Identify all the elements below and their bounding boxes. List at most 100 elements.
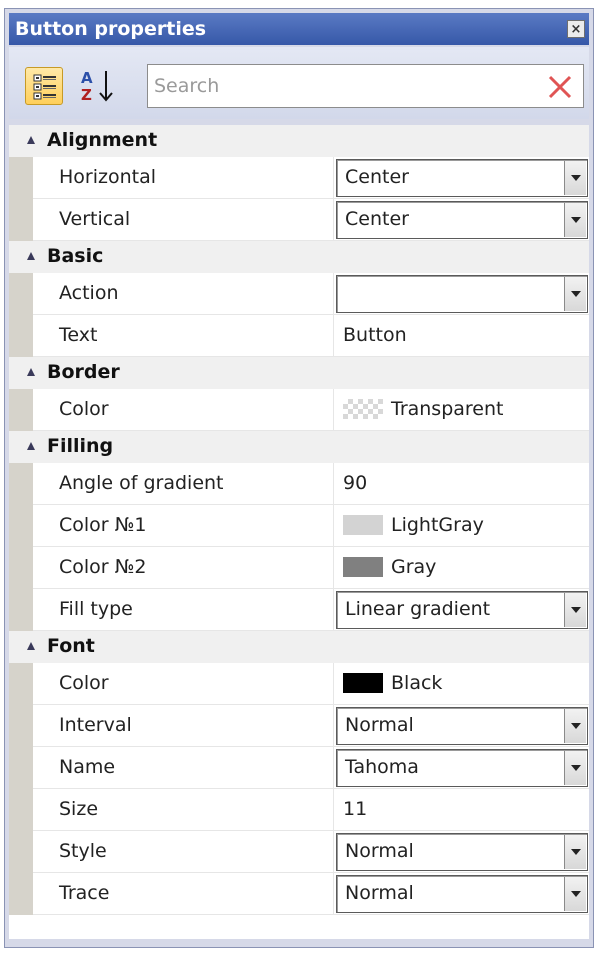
svg-text:Z: Z xyxy=(81,86,92,104)
alphabetical-sort-button[interactable]: A Z xyxy=(79,67,119,105)
property-label: Color xyxy=(59,672,109,694)
column-separator xyxy=(333,789,334,831)
interval-dropdown[interactable]: Normal xyxy=(336,707,588,745)
property-row-color-1[interactable]: Color №1 LightGray xyxy=(9,505,589,547)
chevron-down-icon[interactable] xyxy=(564,709,586,743)
row-margin xyxy=(9,831,33,873)
search-box[interactable] xyxy=(147,64,584,108)
category-alignment[interactable]: Alignment xyxy=(9,125,589,157)
horizontal-dropdown[interactable]: Center xyxy=(336,159,588,197)
collapse-triangle-icon[interactable] xyxy=(27,368,35,376)
column-separator xyxy=(333,831,334,873)
column-separator xyxy=(333,547,334,589)
category-filling[interactable]: Filling xyxy=(9,431,589,463)
style-dropdown[interactable]: Normal xyxy=(336,833,588,871)
panel-title: Button properties xyxy=(15,18,207,40)
property-row-name[interactable]: Name Tahoma xyxy=(9,747,589,789)
categorized-view-button[interactable] xyxy=(25,67,63,105)
dropdown-value: Normal xyxy=(345,882,414,904)
chevron-down-icon[interactable] xyxy=(564,835,586,869)
collapse-triangle-icon[interactable] xyxy=(27,442,35,450)
column-separator xyxy=(333,315,334,357)
vertical-dropdown[interactable]: Center xyxy=(336,201,588,239)
search-input[interactable] xyxy=(154,73,534,99)
category-basic[interactable]: Basic xyxy=(9,241,589,273)
row-margin xyxy=(9,463,33,505)
row-margin xyxy=(9,505,33,547)
property-row-color[interactable]: Color Black xyxy=(9,663,589,705)
collapse-triangle-icon[interactable] xyxy=(27,252,35,260)
property-label: Style xyxy=(59,840,107,862)
name-dropdown[interactable]: Tahoma xyxy=(336,749,588,787)
property-label: Horizontal xyxy=(59,166,157,188)
color-swatch xyxy=(343,673,383,693)
chevron-down-icon[interactable] xyxy=(564,203,586,237)
color-1-value[interactable]: LightGray xyxy=(343,514,484,536)
property-label: Interval xyxy=(59,714,132,736)
title-bar[interactable]: Button properties × xyxy=(9,13,589,45)
clear-search-icon[interactable] xyxy=(547,74,573,100)
category-border[interactable]: Border xyxy=(9,357,589,389)
property-label: Angle of gradient xyxy=(59,472,224,494)
property-row-color-2[interactable]: Color №2 Gray xyxy=(9,547,589,589)
column-separator xyxy=(333,873,334,915)
chevron-down-icon[interactable] xyxy=(564,593,586,627)
action-dropdown[interactable] xyxy=(336,275,588,313)
dropdown-value: Linear gradient xyxy=(345,598,491,620)
column-separator xyxy=(333,505,334,547)
toolbar: A Z xyxy=(9,47,589,119)
property-label: Size xyxy=(59,798,99,820)
row-margin xyxy=(9,315,33,357)
property-row-color[interactable]: Color Transparent xyxy=(9,389,589,431)
row-margin xyxy=(9,747,33,789)
column-separator xyxy=(333,199,334,241)
color-swatch xyxy=(343,515,383,535)
property-label: Color №2 xyxy=(59,556,147,578)
property-row-style[interactable]: Style Normal xyxy=(9,831,589,873)
property-row-angle-of-gradient[interactable]: Angle of gradient 90 xyxy=(9,463,589,505)
dropdown-value: Center xyxy=(345,208,409,230)
property-label: Text xyxy=(59,324,98,346)
column-separator xyxy=(333,273,334,315)
property-row-trace[interactable]: Trace Normal xyxy=(9,873,589,915)
property-label: Color №1 xyxy=(59,514,147,536)
property-label: Name xyxy=(59,756,116,778)
text-value[interactable]: Button xyxy=(343,324,407,346)
chevron-down-icon[interactable] xyxy=(564,277,586,311)
property-row-interval[interactable]: Interval Normal xyxy=(9,705,589,747)
color-2-value[interactable]: Gray xyxy=(343,556,436,578)
size-value[interactable]: 11 xyxy=(343,798,367,820)
property-row-text[interactable]: Text Button xyxy=(9,315,589,357)
collapse-triangle-icon[interactable] xyxy=(27,642,35,650)
property-grid: Alignment Horizontal Center Vertical Center B… xyxy=(9,125,589,939)
property-label: Color xyxy=(59,398,109,420)
color-swatch xyxy=(343,557,383,577)
color-value[interactable]: Black xyxy=(343,672,442,694)
property-row-action[interactable]: Action xyxy=(9,273,589,315)
property-row-horizontal[interactable]: Horizontal Center xyxy=(9,157,589,199)
chevron-down-icon[interactable] xyxy=(564,877,586,911)
property-row-vertical[interactable]: Vertical Center xyxy=(9,199,589,241)
trace-dropdown[interactable]: Normal xyxy=(336,875,588,913)
chevron-down-icon[interactable] xyxy=(564,161,586,195)
property-value-text: Black xyxy=(391,672,443,694)
property-value-text: Gray xyxy=(391,556,437,578)
row-margin xyxy=(9,389,33,431)
dropdown-value: Center xyxy=(345,166,409,188)
close-button[interactable]: × xyxy=(567,20,585,38)
property-label: Fill type xyxy=(59,598,133,620)
row-margin xyxy=(9,663,33,705)
category-font[interactable]: Font xyxy=(9,631,589,663)
angle-of-gradient-value[interactable]: 90 xyxy=(343,472,367,494)
collapse-triangle-icon[interactable] xyxy=(27,136,35,144)
row-margin xyxy=(9,199,33,241)
column-separator xyxy=(333,663,334,705)
color-value[interactable]: Transparent xyxy=(343,398,504,420)
sort-alphabetical-icon: A Z xyxy=(81,69,113,104)
fill-type-dropdown[interactable]: Linear gradient xyxy=(336,591,588,629)
row-margin xyxy=(9,273,33,315)
chevron-down-icon[interactable] xyxy=(564,751,586,785)
property-row-size[interactable]: Size 11 xyxy=(9,789,589,831)
property-row-fill-type[interactable]: Fill type Linear gradient xyxy=(9,589,589,631)
dropdown-value: Tahoma xyxy=(345,756,419,778)
